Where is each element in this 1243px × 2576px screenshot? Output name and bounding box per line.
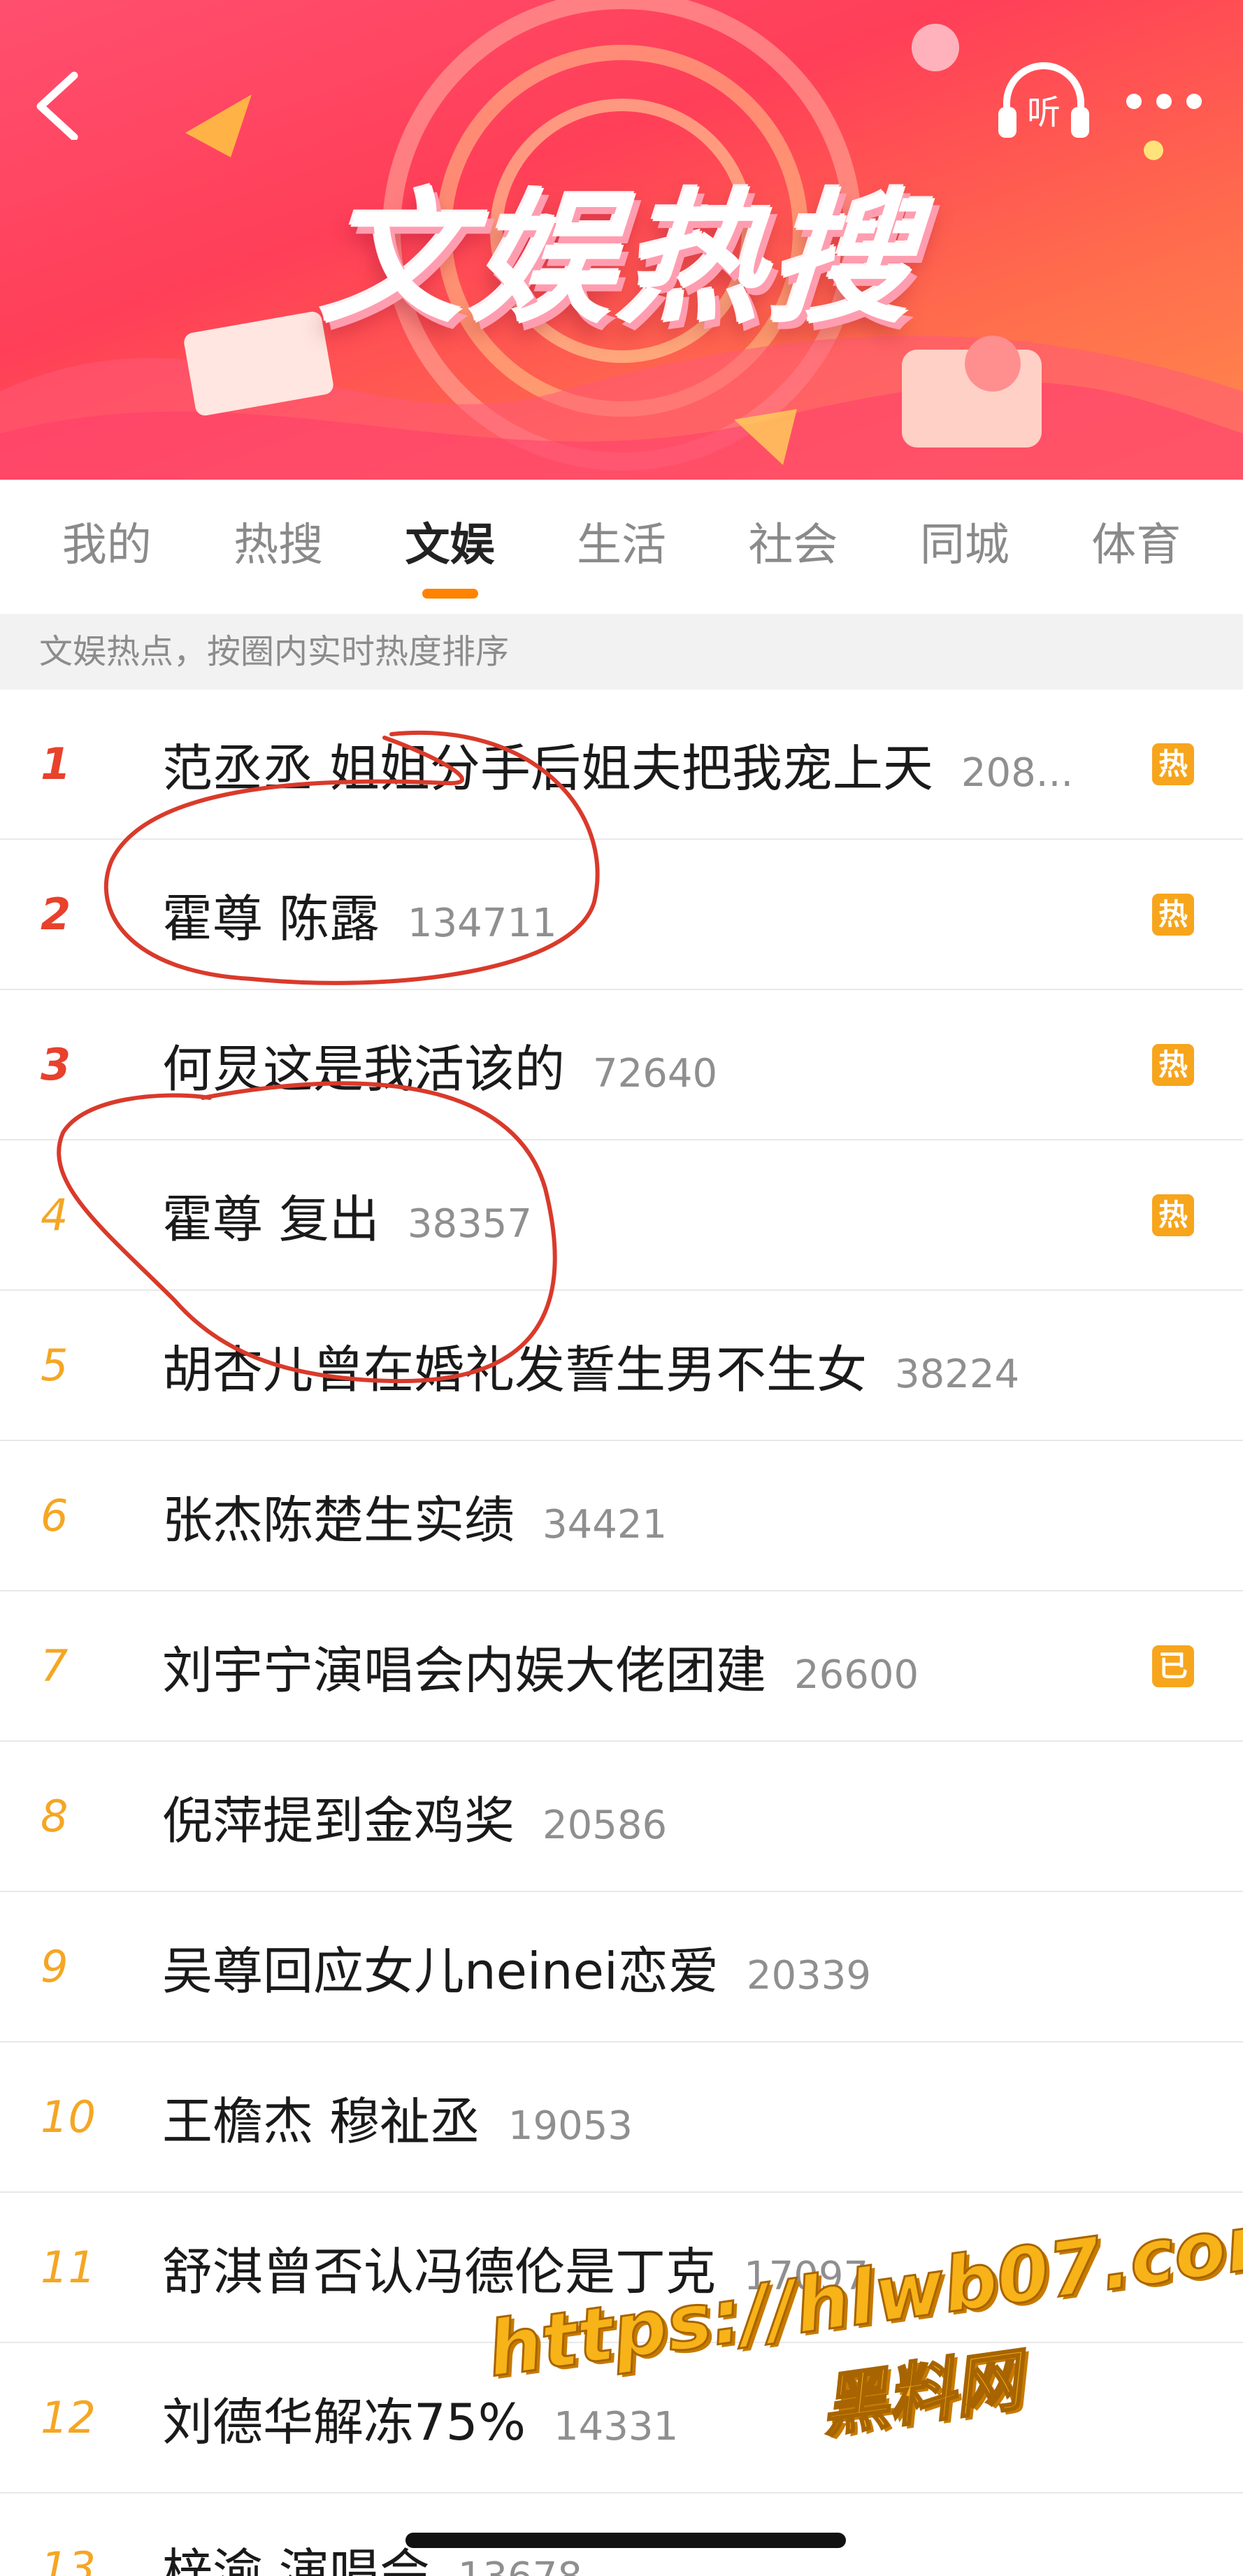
list-item[interactable]: 4 霍尊 复出 38357 热 — [0, 1140, 1243, 1291]
heat-count: 20586 — [543, 1803, 668, 1848]
list-item[interactable]: 1 范丞丞 姐姐分手后姐夫把我宠上天 208... 热 — [0, 689, 1243, 840]
item-title: 吴尊回应女儿neinei恋爱 — [162, 1942, 719, 2001]
heat-count: 20339 — [746, 1953, 872, 1998]
listen-label: 听 — [1027, 93, 1061, 132]
active-tab-indicator — [422, 589, 478, 599]
hot-badge: 热 — [1152, 1194, 1194, 1236]
item-title: 胡杏儿曾在婚礼发誓生男不生女 — [162, 1340, 868, 1399]
heat-count: 13678 — [458, 2554, 582, 2576]
rank-number: 7 — [41, 1640, 69, 1691]
chevron-left-icon — [36, 71, 78, 141]
listen-button[interactable]: 听 — [991, 59, 1096, 143]
rank-number: 6 — [41, 1490, 69, 1541]
tab-entertainment-label: 文娱 — [405, 520, 495, 571]
heat-count: 72640 — [593, 1051, 718, 1096]
tab-sports[interactable]: 体育 — [1051, 480, 1222, 614]
item-title: 范丞丞 姐姐分手后姐夫把我宠上天 — [162, 739, 933, 798]
rank-number: 4 — [41, 1189, 69, 1240]
list-item[interactable]: 5 胡杏儿曾在婚礼发誓生男不生女 38224 — [0, 1291, 1243, 1441]
tab-local[interactable]: 同城 — [879, 480, 1050, 614]
back-button[interactable] — [20, 63, 96, 141]
rank-number: 12 — [41, 2392, 96, 2443]
list-item[interactable]: 7 刘宇宁演唱会内娱大佬团建 26600 已 — [0, 1591, 1243, 1742]
rank-number: 3 — [41, 1039, 71, 1090]
tab-society[interactable]: 社会 — [707, 480, 879, 614]
rank-number: 8 — [41, 1791, 69, 1842]
rank-number: 5 — [41, 1340, 69, 1391]
item-title: 霍尊 复出 — [162, 1190, 380, 1249]
rank-number: 11 — [41, 2242, 96, 2293]
hot-badge: 热 — [1152, 893, 1194, 936]
rank-number: 1 — [41, 738, 71, 789]
rank-number: 10 — [41, 2091, 96, 2142]
hot-badge: 已 — [1152, 1645, 1194, 1687]
list-item[interactable]: 2 霍尊 陈露 134711 热 — [0, 840, 1243, 990]
item-text: 刘宇宁演唱会内娱大佬团建 26600 — [162, 1629, 919, 1703]
heat-count: 26600 — [794, 1652, 919, 1698]
page-title: 文娱热搜 — [317, 177, 925, 343]
list-item[interactable]: 8 倪萍提到金鸡奖 20586 — [0, 1742, 1243, 1892]
item-text: 胡杏儿曾在婚礼发誓生男不生女 38224 — [162, 1329, 1019, 1402]
rank-number: 9 — [41, 1941, 69, 1992]
item-title: 刘德华解冻75% — [162, 2393, 526, 2452]
item-text: 霍尊 复出 38357 — [162, 1178, 532, 1252]
tab-hot[interactable]: 热搜 — [192, 480, 364, 614]
home-indicator[interactable] — [405, 2533, 846, 2548]
category-tabs: 我的 热搜 文娱 生活 社会 同城 体育 — [0, 480, 1243, 614]
more-button[interactable] — [1119, 77, 1209, 126]
item-text: 张杰陈楚生实绩 34421 — [162, 1479, 667, 1552]
tab-life[interactable]: 生活 — [536, 480, 707, 614]
item-title: 刘宇宁演唱会内娱大佬团建 — [162, 1641, 767, 1700]
heat-count: 38224 — [895, 1352, 1020, 1397]
list-item[interactable]: 6 张杰陈楚生实绩 34421 — [0, 1441, 1243, 1591]
item-text: 吴尊回应女儿neinei恋爱 20339 — [162, 1930, 871, 2003]
tab-entertainment[interactable]: 文娱 — [364, 480, 536, 614]
item-title: 梓渝 演唱会 — [162, 2543, 430, 2576]
item-text: 倪萍提到金鸡奖 20586 — [162, 1780, 667, 1853]
list-description: 文娱热点，按圈内实时热度排序 — [0, 614, 1243, 689]
item-title: 何炅这是我活该的 — [162, 1040, 566, 1099]
tab-mine[interactable]: 我的 — [21, 480, 192, 614]
item-text: 王檐杰 穆祉丞 19053 — [162, 2080, 633, 2154]
more-dots-icon — [1126, 94, 1202, 109]
list-item[interactable]: 9 吴尊回应女儿neinei恋爱 20339 — [0, 1892, 1243, 2042]
item-title: 王檐杰 穆祉丞 — [162, 2092, 480, 2151]
item-title: 霍尊 陈露 — [162, 889, 380, 948]
list-item[interactable]: 10 王檐杰 穆祉丞 19053 — [0, 2042, 1243, 2193]
heat-count: 19053 — [508, 2103, 633, 2149]
item-text: 何炅这是我活该的 72640 — [162, 1028, 717, 1101]
heat-count: 134711 — [407, 901, 557, 946]
rank-number: 13 — [41, 2542, 96, 2576]
item-title: 张杰陈楚生实绩 — [162, 1491, 515, 1550]
header-banner: 听 文娱热搜 — [0, 0, 1243, 480]
heat-count: 38357 — [407, 1201, 533, 1247]
item-text: 霍尊 陈露 134711 — [162, 878, 557, 951]
list-item[interactable]: 3 何炅这是我活该的 72640 热 — [0, 990, 1243, 1140]
hot-badge: 热 — [1152, 1043, 1194, 1086]
headphones-icon: 听 — [998, 62, 1089, 138]
item-text: 范丞丞 姐姐分手后姐夫把我宠上天 208... — [162, 727, 1073, 801]
hot-badge: 热 — [1152, 743, 1194, 785]
rank-number: 2 — [41, 889, 71, 940]
heat-count: 34421 — [543, 1502, 668, 1547]
heat-count: 208... — [961, 750, 1074, 796]
item-title: 倪萍提到金鸡奖 — [162, 1791, 515, 1850]
